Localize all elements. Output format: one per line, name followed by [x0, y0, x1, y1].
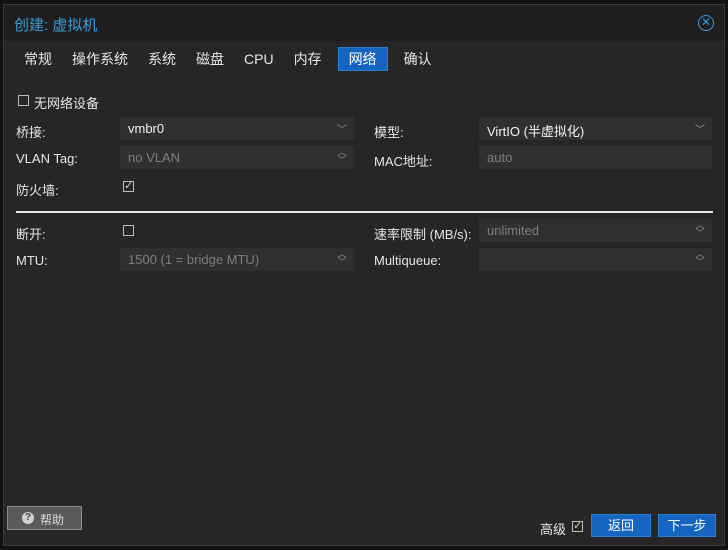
bridge-label: 桥接: [16, 125, 46, 140]
model-label: 模型: [374, 125, 404, 140]
back-button[interactable]: 返回 [591, 514, 651, 537]
bridge-select[interactable]: vmbr0 ﹀ [120, 117, 354, 140]
rate-field[interactable]: unlimited ︿ ﹀ [479, 219, 712, 242]
question-icon: ? [22, 512, 34, 524]
tab-network[interactable]: 网络 [337, 47, 388, 71]
firewall-checkbox[interactable] [123, 179, 134, 192]
vlan-label: VLAN Tag: [16, 151, 78, 166]
advanced-label: 高级 [540, 522, 567, 537]
create-vm-dialog: 创建: 虚拟机 ✕ 常规 操作系统 系统 磁盘 CPU 内存 网络 确认 无网络… [3, 4, 725, 546]
mac-label: MAC地址: [374, 154, 433, 169]
tab-memory[interactable]: 内存 [284, 47, 332, 71]
chevron-down-icon: ﹀ [695, 125, 705, 136]
tab-os[interactable]: 操作系统 [62, 47, 138, 71]
advanced-checkbox[interactable] [572, 519, 583, 532]
firewall-label: 防火墙: [16, 183, 59, 198]
disconnect-checkbox[interactable] [123, 225, 134, 236]
spinner-icon: ︿ ﹀ [337, 249, 347, 267]
vlan-field[interactable]: no VLAN ︿ ﹀ [120, 146, 354, 169]
tab-disks[interactable]: 磁盘 [186, 47, 234, 71]
dialog-title: 创建: 虚拟机 [14, 17, 98, 34]
advanced-separator [16, 211, 713, 213]
next-button[interactable]: 下一步 [658, 514, 716, 537]
mtu-label: MTU: [16, 253, 48, 268]
mac-field[interactable]: auto [479, 146, 712, 169]
multiqueue-label: Multiqueue: [374, 253, 442, 268]
no-network-label: 无网络设备 [34, 96, 100, 111]
title-bar: 创建: 虚拟机 ✕ [4, 5, 724, 41]
mac-placeholder: auto [487, 150, 513, 165]
vlan-placeholder: no VLAN [128, 150, 181, 165]
tab-general[interactable]: 常规 [14, 47, 62, 71]
close-icon[interactable]: ✕ [698, 15, 714, 31]
model-value: VirtIO (半虚拟化) [487, 124, 585, 139]
spinner-icon: ︿ ﹀ [695, 220, 705, 238]
model-select[interactable]: VirtIO (半虚拟化) ﹀ [479, 117, 712, 140]
rate-label: 速率限制 (MB/s): [374, 227, 472, 242]
help-button[interactable]: ? 帮助 [7, 506, 82, 530]
wizard-tabs: 常规 操作系统 系统 磁盘 CPU 内存 网络 确认 [14, 47, 442, 71]
mtu-placeholder: 1500 (1 = bridge MTU) [128, 252, 260, 267]
chevron-down-icon: ﹀ [337, 125, 347, 136]
multiqueue-field[interactable]: ︿ ﹀ [479, 248, 712, 271]
mtu-field[interactable]: 1500 (1 = bridge MTU) ︿ ﹀ [120, 248, 354, 271]
no-network-checkbox[interactable] [18, 95, 29, 106]
tab-cpu[interactable]: CPU [234, 47, 284, 71]
tab-confirm[interactable]: 确认 [394, 47, 442, 71]
rate-placeholder: unlimited [487, 223, 540, 238]
spinner-icon: ︿ ﹀ [337, 147, 347, 165]
spinner-icon: ︿ ﹀ [695, 249, 705, 267]
tab-system[interactable]: 系统 [138, 47, 186, 71]
bridge-value: vmbr0 [128, 121, 165, 136]
disconnect-label: 断开: [16, 227, 46, 242]
help-button-label: 帮助 [40, 513, 65, 527]
